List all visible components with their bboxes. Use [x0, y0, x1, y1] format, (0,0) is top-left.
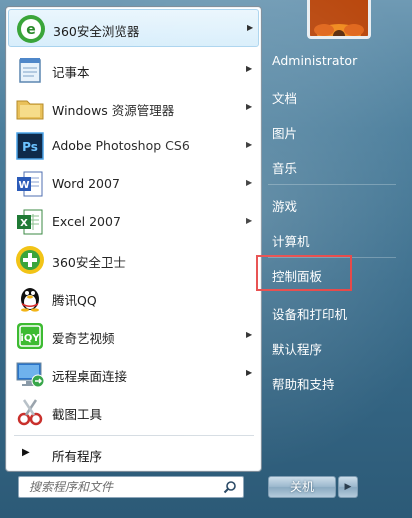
program-label: Windows 资源管理器	[52, 103, 175, 118]
music-link[interactable]: 音乐	[272, 158, 297, 177]
svg-text:Ps: Ps	[22, 140, 38, 154]
program-item-360-browser[interactable]: e 360安全浏览器 ▶	[8, 9, 259, 47]
right-separator	[268, 184, 396, 185]
program-item-excel[interactable]: X Excel 2007 ▶	[8, 203, 259, 241]
games-link[interactable]: 游戏	[272, 196, 297, 215]
program-label: 爱奇艺视频	[52, 331, 115, 346]
word-icon: W	[17, 171, 43, 197]
program-item-remote-desktop[interactable]: 远程桌面连接 ▶	[8, 355, 259, 393]
user-avatar[interactable]	[307, 0, 371, 39]
program-item-photoshop[interactable]: Ps Adobe Photoshop CS6 ▶	[8, 127, 259, 165]
submenu-arrow-icon[interactable]: ▶	[246, 330, 252, 339]
submenu-arrow-icon[interactable]: ▶	[247, 23, 253, 32]
program-label: 记事本	[52, 65, 90, 80]
program-label: 腾讯QQ	[52, 293, 97, 308]
svg-text:W: W	[18, 180, 29, 191]
submenu-arrow-icon[interactable]: ▶	[246, 216, 252, 225]
qq-penguin-icon	[21, 288, 39, 312]
program-item-iqiyi[interactable]: iQY 爱奇艺视频 ▶	[8, 317, 259, 355]
program-item-snipping-tool[interactable]: 截图工具	[8, 393, 259, 431]
svg-text:X: X	[20, 218, 28, 229]
chevron-right-icon: ▶	[344, 482, 352, 492]
search-box[interactable]	[18, 476, 244, 498]
program-item-word[interactable]: W Word 2007 ▶	[8, 165, 259, 203]
program-label: 360安全浏览器	[53, 24, 140, 39]
iqiyi-icon: iQY	[17, 323, 43, 349]
notepad-icon	[19, 58, 41, 83]
shutdown-options-button[interactable]: ▶	[338, 476, 358, 498]
snipping-tool-icon	[17, 399, 43, 426]
submenu-arrow-icon[interactable]: ▶	[246, 368, 252, 377]
submenu-arrow-icon[interactable]: ▶	[246, 64, 252, 73]
program-label: Word 2007	[52, 176, 120, 191]
all-programs-label: 所有程序	[52, 449, 103, 464]
submenu-arrow-icon[interactable]: ▶	[246, 140, 252, 149]
default-programs-link[interactable]: 默认程序	[272, 339, 322, 358]
documents-link[interactable]: 文档	[272, 88, 297, 107]
program-item-qq[interactable]: 腾讯QQ	[8, 279, 259, 317]
devices-printers-link[interactable]: 设备和打印机	[272, 304, 347, 323]
explorer-folder-icon	[16, 100, 44, 120]
360-security-icon	[16, 246, 44, 274]
360-browser-icon: e	[17, 15, 45, 43]
program-item-360-security[interactable]: 360安全卫士	[8, 241, 259, 279]
control-panel-highlight	[256, 255, 352, 291]
program-label: Adobe Photoshop CS6	[52, 138, 190, 153]
photoshop-icon: Ps	[16, 132, 44, 160]
all-programs-item[interactable]: ▶ 所有程序	[8, 439, 259, 467]
program-item-notepad[interactable]: 记事本 ▶	[8, 51, 259, 89]
svg-text:iQY: iQY	[20, 333, 40, 344]
svg-text:e: e	[26, 22, 36, 38]
program-label: 截图工具	[52, 407, 103, 422]
program-item-explorer[interactable]: Windows 资源管理器 ▶	[8, 89, 259, 127]
programs-separator	[14, 435, 254, 436]
pictures-link[interactable]: 图片	[272, 123, 297, 142]
shutdown-button[interactable]: 关机	[268, 476, 336, 498]
help-support-link[interactable]: 帮助和支持	[272, 374, 335, 393]
submenu-arrow-icon[interactable]: ▶	[246, 178, 252, 187]
search-icon[interactable]	[223, 480, 237, 494]
excel-icon: X	[17, 209, 43, 235]
search-input[interactable]	[23, 478, 225, 496]
program-label: 远程桌面连接	[52, 369, 128, 384]
program-label: 360安全卫士	[52, 255, 126, 270]
submenu-arrow-icon[interactable]: ▶	[246, 102, 252, 111]
remote-desktop-icon	[16, 362, 45, 388]
start-menu: e 360安全浏览器 ▶ 记事本 ▶ Windows 资源管理器 ▶ Ps Ad…	[0, 0, 412, 518]
user-name-link[interactable]: Administrator	[272, 53, 357, 68]
computer-link[interactable]: 计算机	[272, 231, 310, 250]
program-label: Excel 2007	[52, 214, 121, 229]
programs-panel: e 360安全浏览器 ▶ 记事本 ▶ Windows 资源管理器 ▶ Ps Ad…	[5, 6, 262, 472]
flower-picture-icon	[310, 0, 368, 36]
all-programs-arrow-icon: ▶	[22, 447, 30, 458]
